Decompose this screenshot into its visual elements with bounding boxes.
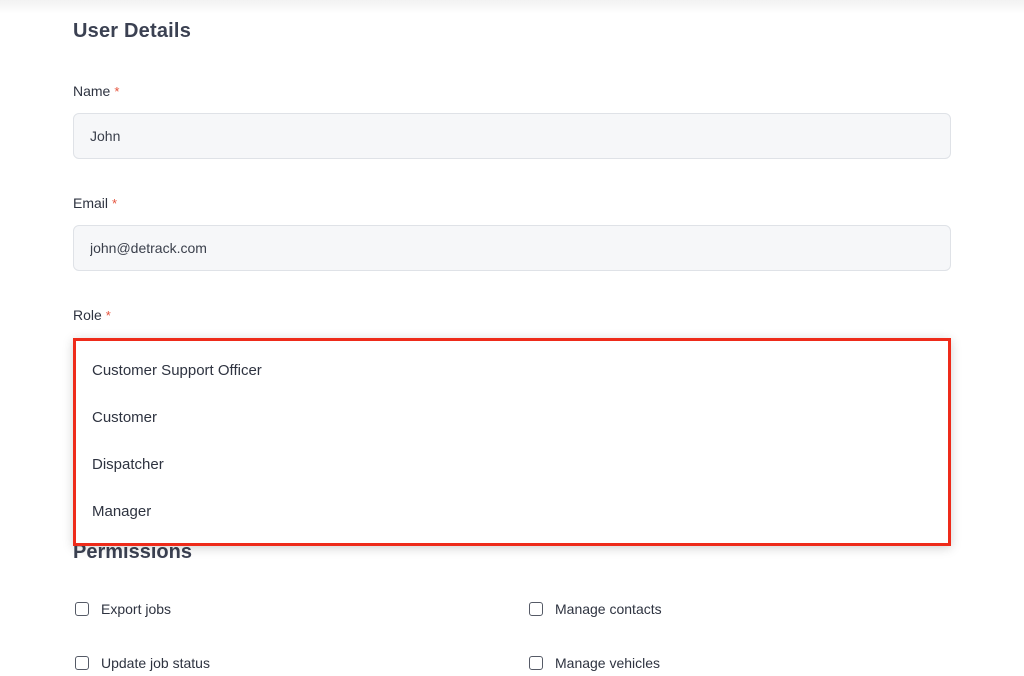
role-option-customer-support-officer[interactable]: Customer Support Officer [92, 362, 262, 379]
role-option-dispatcher[interactable]: Dispatcher [92, 456, 164, 473]
role-required-marker: * [105, 308, 111, 323]
email-label: Email * [73, 195, 117, 211]
update-job-status-label: Update job status [101, 655, 210, 671]
section-title: User Details [73, 20, 192, 42]
manage-vehicles-checkbox[interactable] [529, 656, 543, 670]
header-shadow [0, 0, 1024, 14]
permission-manage-contacts[interactable]: Manage contacts [529, 601, 662, 617]
manage-contacts-label: Manage contacts [555, 601, 662, 617]
role-option-manager[interactable]: Manager [92, 503, 151, 520]
email-input[interactable] [73, 225, 951, 271]
user-details-page: User Details Name* Email* Role* Permissi… [0, 0, 1024, 676]
name-label-text: Name [73, 83, 111, 99]
permission-export-jobs[interactable]: Export jobs [75, 601, 171, 617]
export-jobs-label: Export jobs [101, 601, 172, 617]
name-required-marker: * [114, 84, 120, 99]
role-label-text: Role [73, 307, 102, 323]
update-job-status-checkbox[interactable] [75, 656, 89, 670]
permission-manage-vehicles[interactable]: Manage vehicles [529, 655, 660, 671]
role-label: Role * [73, 307, 111, 323]
name-label: Name * [73, 83, 119, 99]
email-label-text: Email [73, 195, 109, 211]
permission-update-job-status[interactable]: Update job status [75, 655, 210, 671]
manage-contacts-checkbox[interactable] [529, 602, 543, 616]
manage-vehicles-label: Manage vehicles [555, 655, 661, 671]
role-dropdown-menu: Customer Support Officer Customer Dispat… [73, 338, 951, 546]
export-jobs-checkbox[interactable] [75, 602, 89, 616]
role-option-customer[interactable]: Customer [92, 409, 157, 426]
email-required-marker: * [112, 196, 118, 211]
name-input[interactable] [73, 113, 951, 159]
